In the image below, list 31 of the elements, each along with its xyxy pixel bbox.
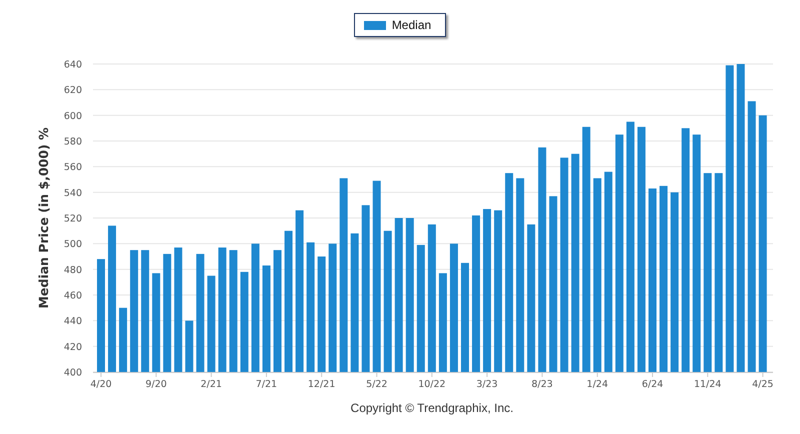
axis-tick-label: 560 xyxy=(64,162,82,174)
axis-tick-label: 500 xyxy=(64,239,82,250)
axis-tick-label: 3/23 xyxy=(476,379,498,390)
axis-tick-label: 620 xyxy=(64,85,82,96)
axis-tick-label: 600 xyxy=(64,110,82,122)
axis-tick-label: 6/24 xyxy=(642,379,664,390)
legend-label: Median xyxy=(392,18,432,32)
copyright-text: Copyright © Trendgraphix, Inc. xyxy=(350,401,514,415)
axis-tick-label: 8/23 xyxy=(532,379,553,390)
axis-tick-label: 520 xyxy=(64,214,82,224)
axis-tick-label: 420 xyxy=(64,342,82,353)
axis-tick-label: 9/20 xyxy=(145,379,167,390)
axis-tick-label: 480 xyxy=(64,264,82,276)
axis-tick-label: 460 xyxy=(64,290,82,302)
bar xyxy=(119,308,128,372)
axis-tick-label: 580 xyxy=(64,136,82,148)
axis-tick-label: 2/21 xyxy=(200,379,222,390)
axis-tick-label: 4/20 xyxy=(90,379,112,390)
axis-tick-label: 1/24 xyxy=(586,379,608,390)
axis-tick-label: 4/25 xyxy=(752,379,774,390)
axis-tick-label: 440 xyxy=(64,316,82,328)
axis-tick-label: 12/21 xyxy=(308,379,336,390)
axis-title: Median Price (in $,000) % xyxy=(36,127,51,309)
axis-tick-label: 400 xyxy=(64,368,82,378)
bar xyxy=(185,320,194,372)
axis-tick-label: 11/24 xyxy=(694,379,722,390)
axis-tick-label: 10/22 xyxy=(418,379,446,390)
axis-tick-label: 5/22 xyxy=(366,379,388,390)
axis-tick-label: 540 xyxy=(64,188,82,199)
axis-tick-label: 7/21 xyxy=(256,379,278,390)
axis-tick-label: 640 xyxy=(64,60,82,70)
